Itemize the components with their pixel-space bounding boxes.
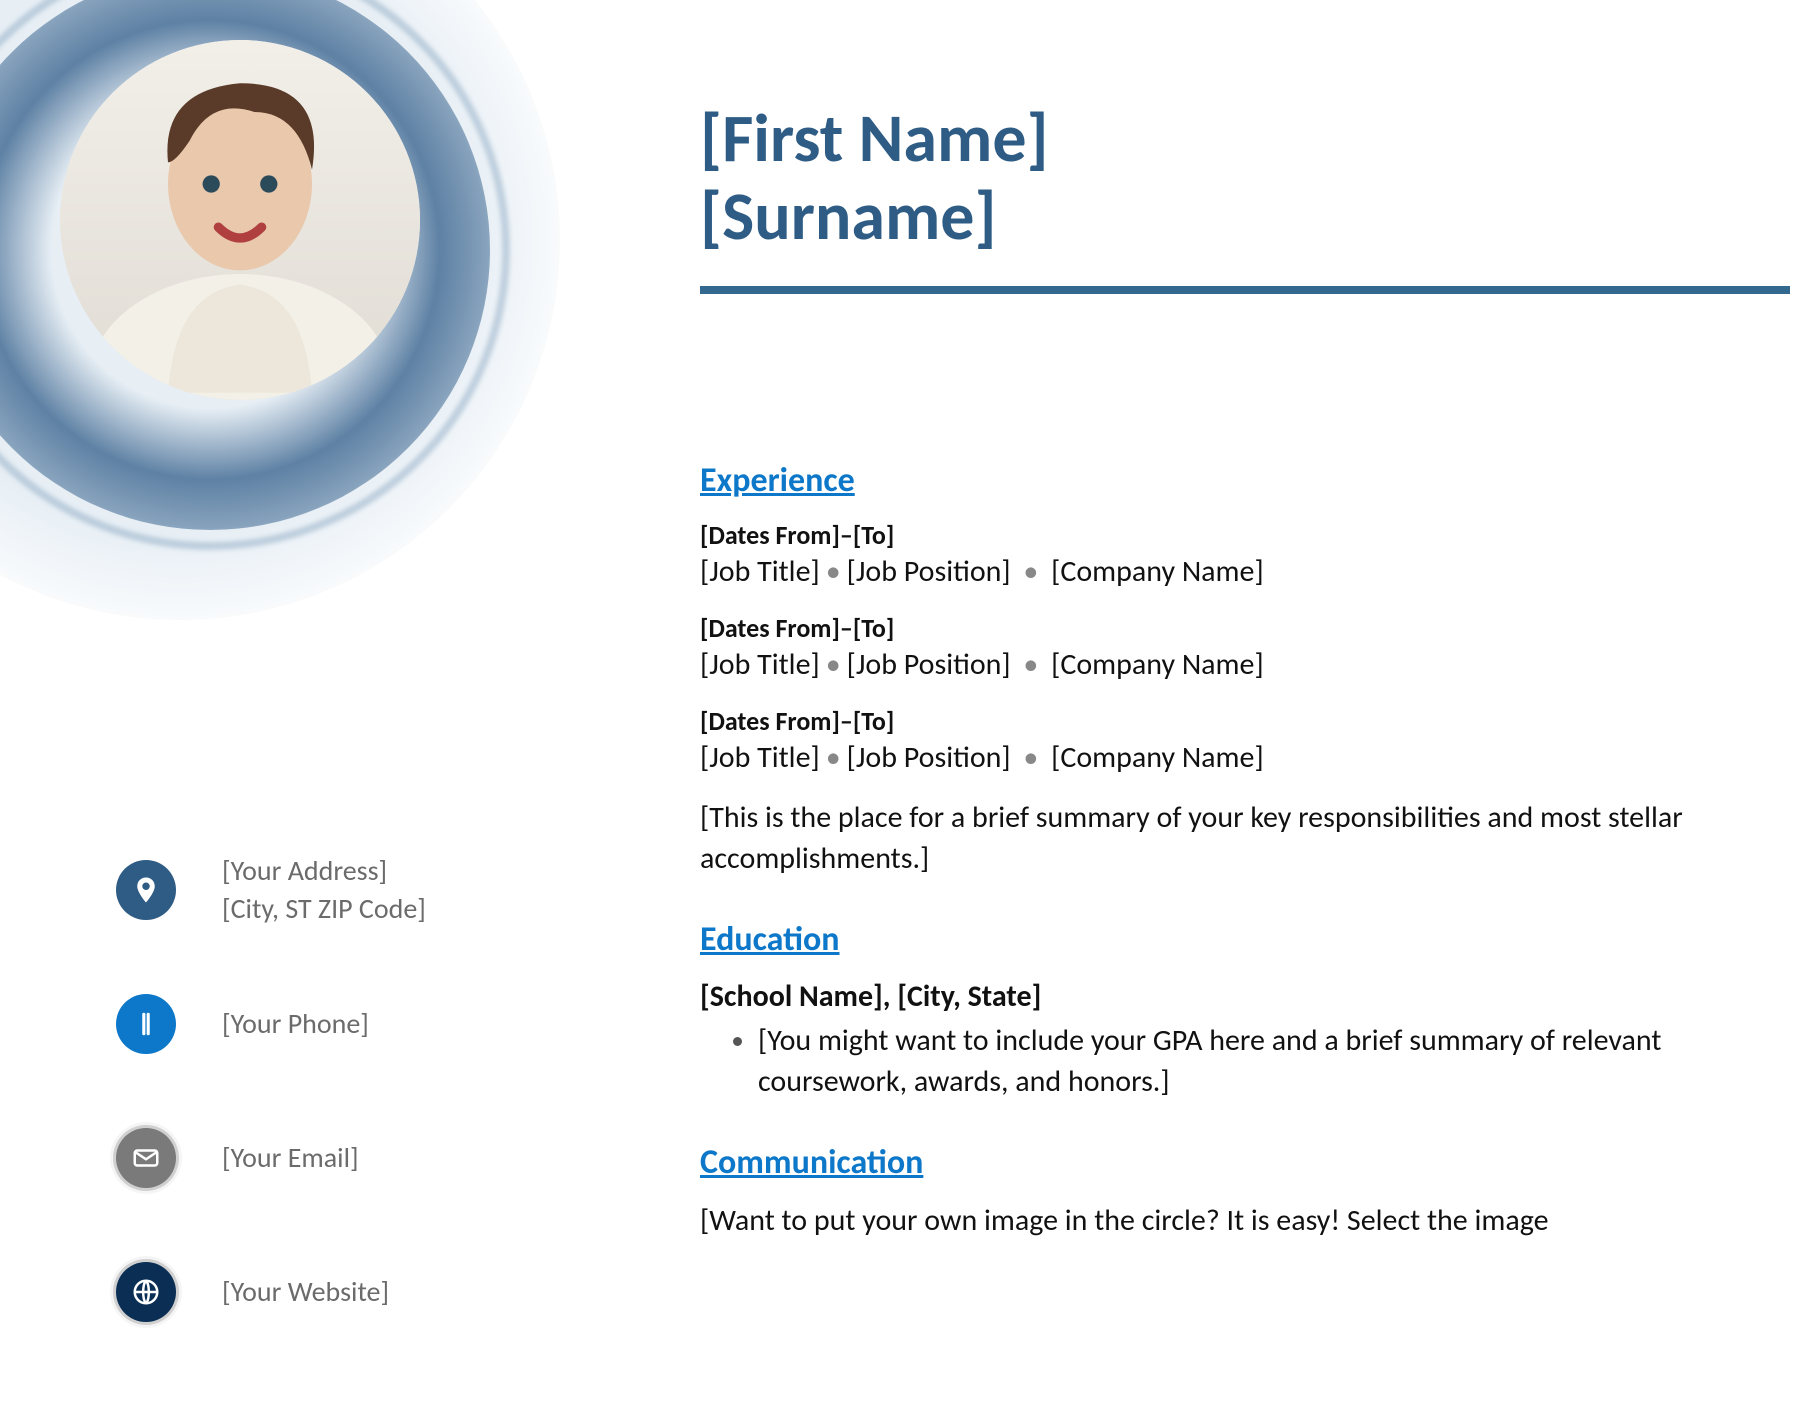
section-heading-education: Education [700,919,1760,960]
education-school: [School Name], [City, State] [700,978,1760,1015]
phone-icon [116,994,176,1054]
job-position: [Job Position] [847,646,1011,683]
experience-dates: [Dates From]–[To] [700,612,1760,644]
experience-line: [Job Title]•[Job Position] • [Company Na… [700,646,1760,683]
job-title: [Job Title] [700,646,820,683]
section-heading-communication: Communication [700,1142,1760,1183]
main-content: Experience [Dates From]–[To] [Job Title]… [700,460,1760,1242]
header: [First Name] [Surname] [700,100,1798,294]
job-title: [Job Title] [700,553,820,590]
surname: [Surname] [700,178,1798,256]
first-name: [First Name] [700,100,1798,178]
header-rule [700,286,1790,294]
contact-phone-row: [Your Phone] [116,994,426,1054]
experience-dates: [Dates From]–[To] [700,519,1760,551]
contact-address-row: [Your Address] [City, ST ZIP Code] [116,860,426,920]
bullet-separator: • [1011,553,1052,590]
experience-entry: [Dates From]–[To] [Job Title]•[Job Posit… [700,705,1760,776]
bullet-separator: • [820,739,847,776]
contact-email-text: [Your Email] [222,1139,359,1177]
profile-photo-placeholder [60,40,420,400]
contact-email-row: [Your Email] [116,1128,426,1188]
experience-entry: [Dates From]–[To] [Job Title]•[Job Posit… [700,519,1760,590]
profile-photo [60,40,420,400]
bullet-separator: • [820,553,847,590]
experience-line: [Job Title]•[Job Position] • [Company Na… [700,553,1760,590]
address-line2: [City, ST ZIP Code] [222,890,426,928]
job-title: [Job Title] [700,739,820,776]
address-line1: [Your Address] [222,852,426,890]
job-position: [Job Position] [847,739,1011,776]
contact-website-text: [Your Website] [222,1273,389,1311]
company-name: [Company Name] [1051,646,1264,683]
experience-dates: [Dates From]–[To] [700,705,1760,737]
bullet-separator: • [820,646,847,683]
contact-website-row: [Your Website] [116,1262,426,1322]
contact-phone-text: [Your Phone] [222,1005,369,1043]
education-bullet: [You might want to include your GPA here… [758,1021,1760,1102]
section-heading-experience: Experience [700,460,1760,501]
experience-entry: [Dates From]–[To] [Job Title]•[Job Posit… [700,612,1760,683]
education-list: [You might want to include your GPA here… [700,1021,1760,1102]
company-name: [Company Name] [1051,553,1264,590]
job-position: [Job Position] [847,553,1011,590]
email-icon [116,1128,176,1188]
company-name: [Company Name] [1051,739,1264,776]
contact-address-text: [Your Address] [City, ST ZIP Code] [222,852,426,928]
bullet-separator: • [1011,646,1052,683]
communication-text: [Want to put your own image in the circl… [700,1201,1760,1242]
contact-sidebar: [Your Address] [City, ST ZIP Code] [Your… [116,860,426,1396]
bullet-separator: • [1011,739,1052,776]
experience-summary: [This is the place for a brief summary o… [700,798,1760,879]
globe-icon [116,1262,176,1322]
location-pin-icon [116,860,176,920]
experience-line: [Job Title]•[Job Position] • [Company Na… [700,739,1760,776]
